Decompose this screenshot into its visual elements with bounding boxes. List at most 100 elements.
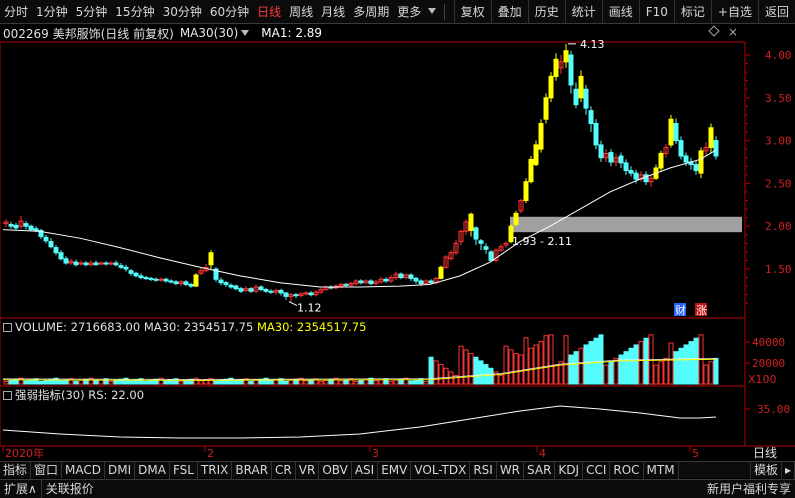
volume-bar bbox=[58, 380, 64, 385]
volume-bar bbox=[213, 380, 219, 385]
volume-bar bbox=[248, 380, 254, 385]
price-axis-label: 3.50 bbox=[765, 92, 792, 105]
candle bbox=[488, 251, 494, 261]
volume-label: VOLUME: 2716683.00 bbox=[15, 320, 141, 334]
rise-badge-label: 涨 bbox=[696, 304, 707, 317]
indicator-tab-18[interactable]: CCI bbox=[583, 461, 611, 479]
volume-bar bbox=[393, 379, 399, 385]
promo-link[interactable]: 新用户福利专享 bbox=[703, 480, 795, 498]
indicator-tab-5[interactable]: FSL bbox=[170, 461, 198, 479]
volume-unit-label: X100 bbox=[748, 373, 777, 386]
candle bbox=[633, 172, 639, 180]
candle bbox=[398, 273, 404, 279]
volume-bar bbox=[218, 379, 224, 385]
volume-bar bbox=[553, 364, 559, 385]
volume-bar bbox=[433, 360, 439, 385]
candle bbox=[33, 228, 39, 231]
indicator-tab-13[interactable]: VOL-TDX bbox=[411, 461, 471, 479]
indicator-tab-10[interactable]: OBV bbox=[319, 461, 352, 479]
indicator-tab-9[interactable]: VR bbox=[296, 461, 320, 479]
volume-bar bbox=[163, 380, 169, 385]
volume-bar bbox=[473, 356, 479, 385]
related-quote-button[interactable]: 关联报价 bbox=[40, 479, 98, 498]
indicator-tab-19[interactable]: ROC bbox=[610, 461, 644, 479]
candle bbox=[28, 225, 34, 231]
candle bbox=[618, 155, 624, 164]
volume-bar bbox=[78, 379, 84, 385]
candle bbox=[583, 88, 589, 109]
volume-bar bbox=[688, 341, 694, 385]
volume-bar bbox=[533, 344, 539, 385]
candle bbox=[628, 170, 634, 174]
candle bbox=[138, 275, 144, 279]
volume-bar bbox=[28, 379, 34, 385]
candle bbox=[193, 274, 199, 287]
candle bbox=[283, 292, 289, 297]
candle bbox=[128, 270, 134, 274]
indicator-tab-17[interactable]: KDJ bbox=[555, 461, 584, 479]
volume-bar bbox=[103, 378, 109, 385]
candle bbox=[268, 290, 274, 293]
volume-bar bbox=[403, 377, 409, 385]
volume-bar bbox=[638, 341, 644, 385]
candle bbox=[528, 158, 534, 183]
indicator-tab-14[interactable]: RSI bbox=[470, 461, 497, 479]
period-label: 日线 bbox=[753, 446, 777, 460]
candle bbox=[93, 262, 99, 266]
indicator-tab-8[interactable]: CR bbox=[272, 461, 296, 479]
indicator-tab-16[interactable]: SAR bbox=[524, 461, 556, 479]
volume-bar bbox=[148, 379, 154, 385]
candle bbox=[308, 292, 314, 296]
indicator-tab-11[interactable]: ASI bbox=[352, 461, 379, 479]
price-axis-label: 2.50 bbox=[765, 177, 792, 190]
volume-bar bbox=[303, 380, 309, 385]
volume-bar bbox=[343, 379, 349, 385]
candle bbox=[483, 246, 489, 250]
indicator-tab-3[interactable]: DMI bbox=[105, 461, 136, 479]
scroll-right-icon[interactable]: ▸ bbox=[782, 461, 795, 479]
pane-toggle-icon[interactable] bbox=[3, 323, 12, 332]
volume-axis-label: 40000 bbox=[752, 336, 785, 349]
indicator-tab-4[interactable]: DMA bbox=[135, 461, 170, 479]
indicator-tab-12[interactable]: EMV bbox=[378, 461, 412, 479]
candle bbox=[58, 252, 64, 260]
rs-value: RS: 22.00 bbox=[88, 388, 145, 402]
volume-bar bbox=[628, 347, 634, 385]
indicator-tab-1[interactable]: 窗口 bbox=[31, 461, 63, 479]
volume-bar bbox=[478, 360, 484, 385]
range-label: 1.93 - 2.11 bbox=[512, 235, 572, 248]
volume-bar bbox=[708, 361, 714, 385]
candle bbox=[153, 278, 159, 281]
volume-bar bbox=[373, 380, 379, 385]
candle bbox=[343, 283, 349, 286]
candle bbox=[668, 118, 674, 146]
time-axis-label: 4 bbox=[539, 447, 546, 460]
indicator-tab-2[interactable]: MACD bbox=[62, 461, 106, 479]
indicator-tab-0[interactable]: 指标 bbox=[0, 461, 32, 479]
candle bbox=[83, 262, 89, 266]
candle bbox=[698, 150, 704, 174]
indicator-tab-6[interactable]: TRIX bbox=[198, 461, 233, 479]
indicator-tab-20[interactable]: MTM bbox=[644, 461, 679, 479]
pane-toggle-icon[interactable] bbox=[3, 391, 12, 400]
indicator-tab-7[interactable]: BRAR bbox=[232, 461, 273, 479]
indicator-tab-15[interactable]: WR bbox=[497, 461, 525, 479]
candle bbox=[118, 265, 124, 268]
volume-bar bbox=[253, 379, 259, 385]
volume-bar bbox=[703, 364, 709, 385]
volume-bar bbox=[353, 380, 359, 385]
candle bbox=[158, 278, 164, 281]
volume-bar bbox=[538, 341, 544, 385]
candle bbox=[163, 278, 169, 282]
candle bbox=[713, 140, 719, 157]
template-tab[interactable]: 模板 bbox=[749, 461, 782, 479]
volume-bar bbox=[288, 379, 294, 385]
candle bbox=[108, 262, 114, 265]
candle bbox=[383, 278, 389, 282]
volume-bar bbox=[408, 380, 414, 385]
low-marker bbox=[288, 301, 298, 306]
volume-bar bbox=[468, 353, 474, 385]
volume-bar bbox=[673, 351, 679, 385]
expand-button[interactable]: 扩展∧ bbox=[0, 480, 41, 498]
candle bbox=[683, 155, 689, 163]
